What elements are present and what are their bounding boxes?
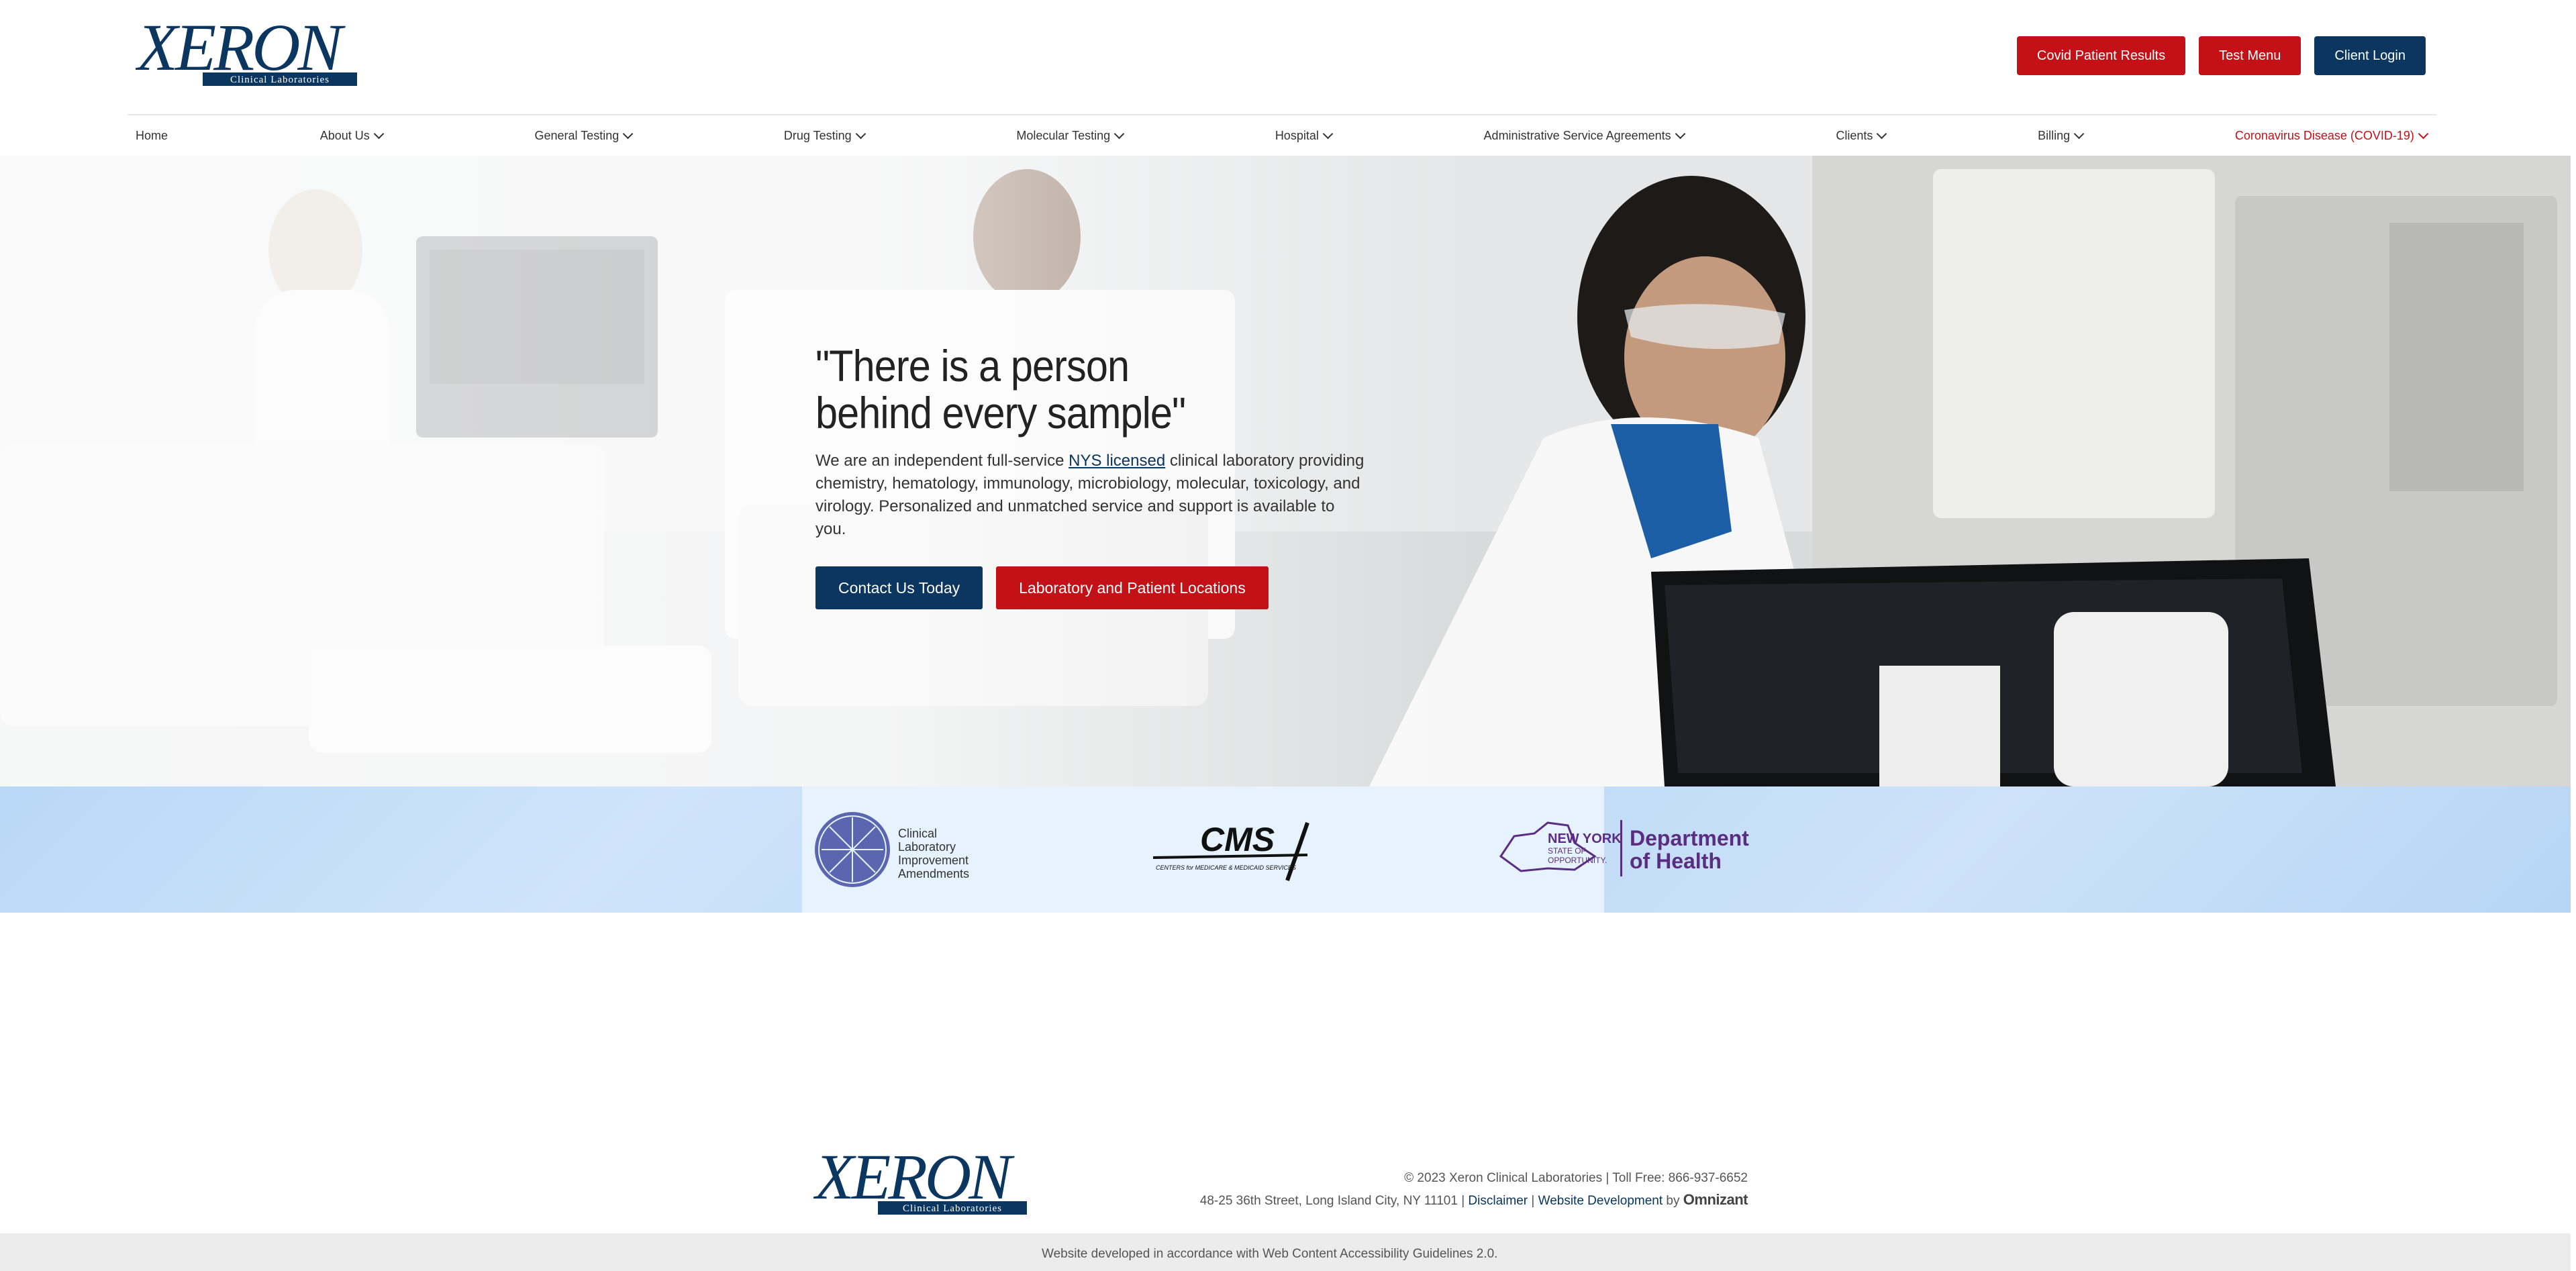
nys-text-2: STATE OF (1548, 846, 1586, 856)
hero-title-line: "There is a person (815, 341, 1130, 391)
nys-licensed-link[interactable]: NYS licensed (1069, 452, 1165, 470)
test-menu-button[interactable]: Test Menu (2199, 36, 2301, 75)
xeron-logo[interactable]: XERON Clinical Laboratories (136, 19, 364, 91)
footer-xeron-logo[interactable]: XERON Clinical Laboratories (813, 1149, 1032, 1219)
clia-text-2: Laboratory (898, 840, 956, 854)
nav-item-clients[interactable]: Clients (1836, 128, 1887, 143)
clia-text-1: Clinical (898, 827, 937, 840)
hero-title-line: behind every sample" (815, 388, 1186, 438)
nav-item-label: Coronavirus Disease (COVID-19) (2234, 128, 2414, 142)
clia-text-4: Amendments (898, 867, 969, 880)
hero-actions: Contact Us Today Laboratory and Patient … (815, 566, 1366, 609)
locations-button[interactable]: Laboratory and Patient Locations (996, 566, 1269, 609)
nav-item-label: About Us (319, 128, 370, 142)
accreditation-band: Clinical Laboratory Improvement Amendmen… (0, 786, 2571, 913)
site-header: XERON Clinical Laboratories Covid Patien… (0, 0, 2576, 114)
client-login-button[interactable]: Client Login (2314, 36, 2426, 75)
footer-copyright: © 2023 Xeron Clinical Laboratories | Tol… (1404, 1171, 1748, 1185)
chevron-down-icon (2418, 128, 2429, 139)
svg-text:Clinical Laboratories: Clinical Laboratories (230, 74, 330, 85)
hero-text-before: We are an independent full-service (815, 452, 1069, 470)
hero-description: We are an independent full-service NYS l… (815, 450, 1366, 541)
nys-department-of-health-logo[interactable]: NEW YORK STATE OF OPPORTUNITY. Departmen… (1494, 816, 1749, 883)
nav-item-administrative-service-agreements[interactable]: Administrative Service Agreements (1483, 128, 1685, 143)
nav-item-coronavirus[interactable]: Coronavirus Disease (COVID-19) (2234, 128, 2429, 143)
clia-logo[interactable]: Clinical Laboratory Improvement Amendmen… (813, 811, 988, 890)
cms-subtitle: CENTERS for MEDICARE & MEDICAID SERVICES (1156, 864, 1296, 871)
nav-item-label: Hospital (1275, 128, 1319, 142)
nav-item-general-testing[interactable]: General Testing (534, 128, 634, 143)
cms-logo[interactable]: CMS CENTERS for MEDICARE & MEDICAID SERV… (1153, 816, 1321, 883)
footer-address: 48-25 36th Street, Long Island City, NY … (1199, 1194, 1469, 1208)
nav-item-label: Drug Testing (783, 128, 852, 142)
disclaimer-link[interactable]: Disclaimer (1468, 1194, 1528, 1208)
chevron-down-icon (1113, 128, 1125, 139)
nav-item-label: Home (136, 128, 168, 142)
header-actions: Covid Patient Results Test Menu Client L… (2016, 36, 2426, 75)
nav-item-billing[interactable]: Billing (2038, 128, 2085, 143)
footer-by: by (1663, 1194, 1683, 1208)
chevron-down-icon (1675, 128, 1685, 139)
footer-separator: | (1528, 1194, 1538, 1208)
chevron-down-icon (855, 128, 866, 139)
nav-item-label: General Testing (534, 128, 620, 142)
doh-text-2: of Health (1630, 849, 1722, 873)
nav-item-about-us[interactable]: About Us (319, 128, 385, 143)
doh-text-1: Department (1630, 826, 1749, 850)
chevron-down-icon (1877, 128, 1887, 139)
clia-text-3: Improvement (898, 854, 969, 867)
nav-item-label: Administrative Service Agreements (1483, 128, 1671, 142)
nys-text-3: OPPORTUNITY. (1548, 856, 1607, 865)
hero-content: "There is a person behind every sample" … (815, 342, 1366, 609)
accessibility-statement: Website developed in accordance with Web… (1042, 1247, 1498, 1261)
chevron-down-icon (622, 128, 634, 139)
nav-item-molecular-testing[interactable]: Molecular Testing (1016, 128, 1125, 143)
hero-title: "There is a person behind every sample" (815, 342, 1359, 436)
nav-item-drug-testing[interactable]: Drug Testing (783, 128, 866, 143)
covid-results-button[interactable]: Covid Patient Results (2016, 36, 2186, 75)
website-development-link[interactable]: Website Development (1538, 1194, 1663, 1208)
nav-item-label: Clients (1836, 128, 1873, 142)
chevron-down-icon (373, 128, 385, 139)
cms-wordmark: CMS (1200, 821, 1275, 858)
svg-text:Clinical Laboratories: Clinical Laboratories (903, 1203, 1002, 1214)
footer-address-line: 48-25 36th Street, Long Island City, NY … (1200, 1189, 1748, 1212)
main-nav: Home About Us General Testing Drug Testi… (128, 115, 2436, 156)
hero-banner: "There is a person behind every sample" … (0, 156, 2571, 786)
nys-text-1: NEW YORK (1548, 831, 1622, 846)
footer-info: © 2023 Xeron Clinical Laboratories | Tol… (1200, 1168, 1748, 1212)
nav-item-home[interactable]: Home (136, 129, 168, 143)
omnizant-logo[interactable]: Omnizant (1683, 1191, 1748, 1208)
nav-item-label: Molecular Testing (1016, 128, 1111, 142)
nav-item-label: Billing (2038, 128, 2071, 142)
nav-item-hospital[interactable]: Hospital (1275, 128, 1334, 143)
chevron-down-icon (2073, 128, 2085, 139)
chevron-down-icon (1322, 128, 1334, 139)
contact-us-button[interactable]: Contact Us Today (815, 566, 983, 609)
